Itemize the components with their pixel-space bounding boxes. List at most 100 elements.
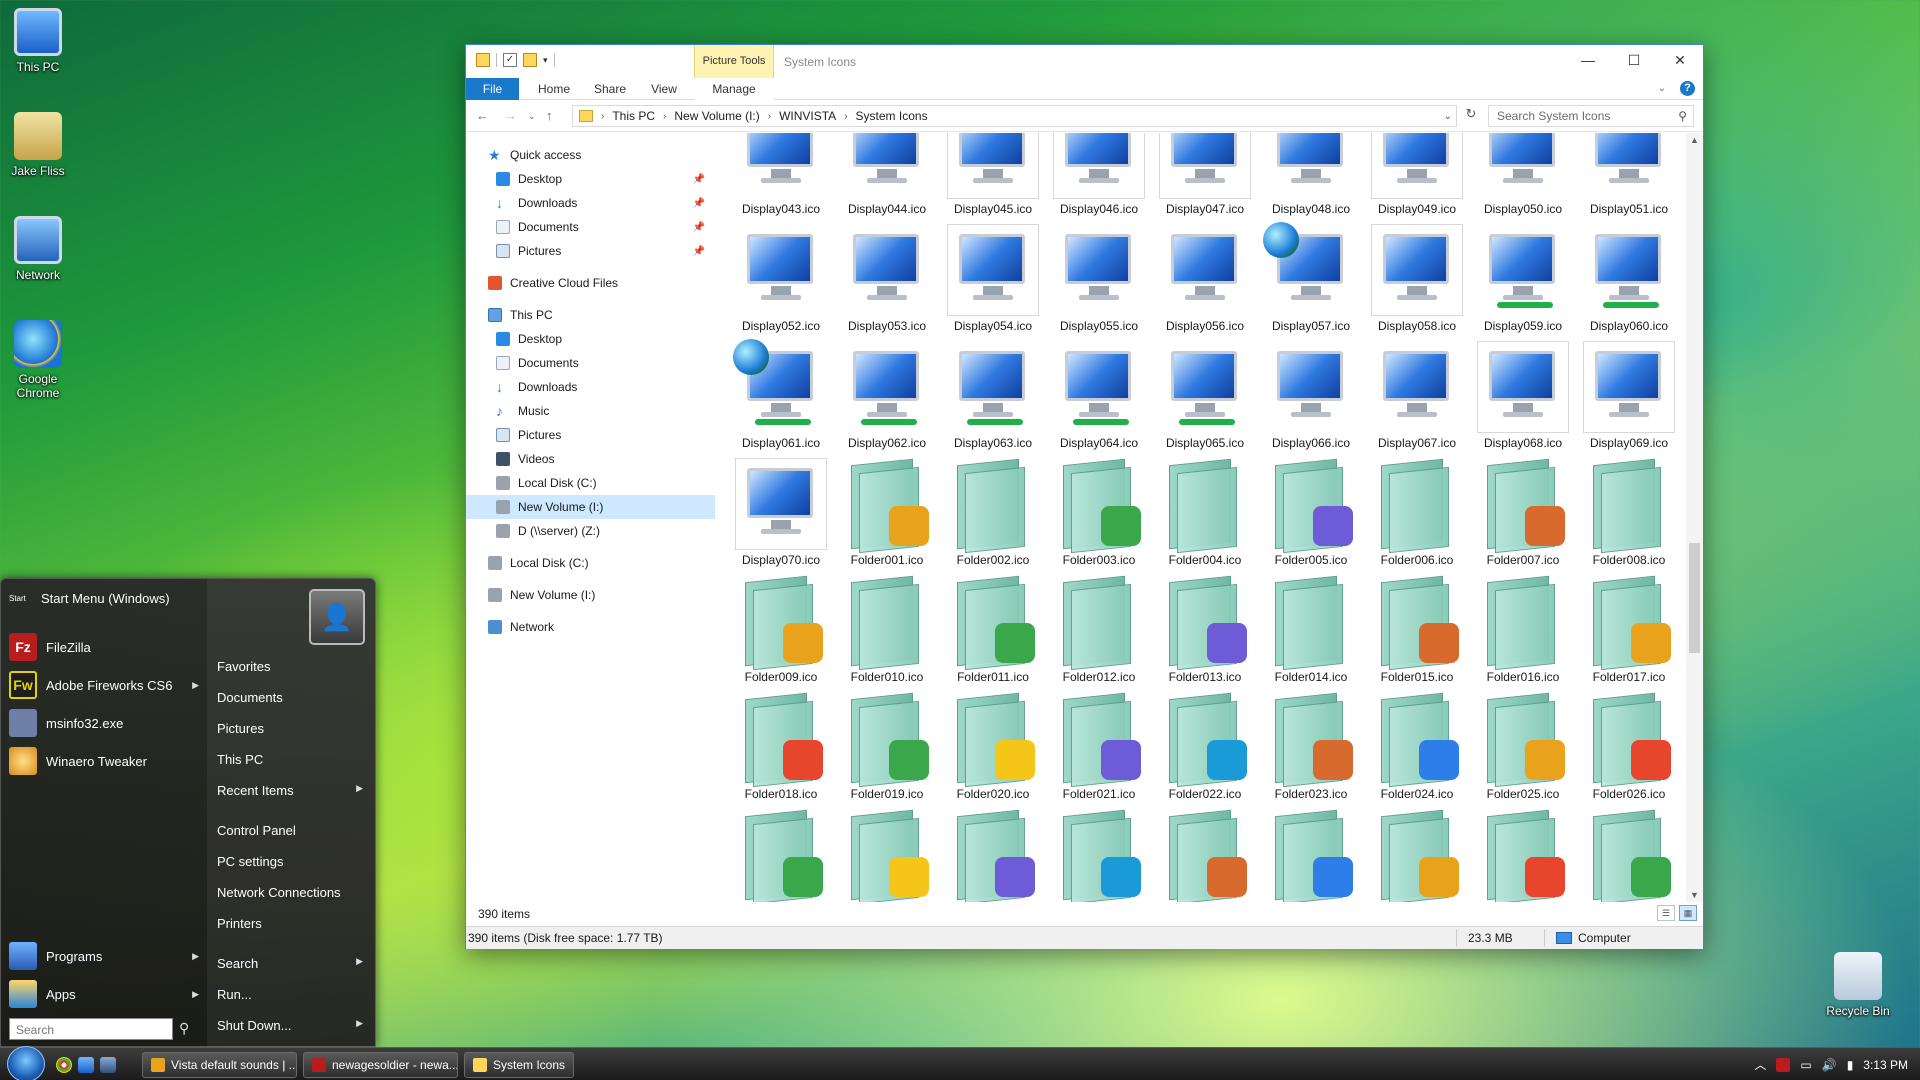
file-item[interactable]: Display044.ico	[834, 133, 940, 220]
clock[interactable]: 3:13 PM	[1863, 1058, 1908, 1072]
nav-network[interactable]: Network	[466, 615, 715, 639]
file-item[interactable]: Folder033.ico	[1364, 805, 1470, 902]
start-right-item[interactable]: Recent Items ▶	[217, 783, 367, 798]
minimize-button[interactable]: —	[1565, 45, 1611, 75]
breadcrumb-this-pc[interactable]: This PC	[612, 109, 655, 123]
file-item[interactable]: Folder012.ico	[1046, 571, 1152, 688]
file-item[interactable]: Folder003.ico	[1046, 454, 1152, 571]
show-desktop-icon[interactable]	[78, 1057, 94, 1073]
file-item[interactable]: Display068.ico	[1470, 337, 1576, 454]
file-item[interactable]: Folder032.ico	[1258, 805, 1364, 902]
start-right-item[interactable]: Shut Down... ▶	[217, 1018, 367, 1033]
file-item[interactable]: Folder019.ico	[834, 688, 940, 805]
file-item[interactable]: Folder017.ico	[1576, 571, 1682, 688]
start-right-item[interactable]: Search ▶	[217, 956, 367, 971]
address-dropdown-icon[interactable]: ⌄	[1444, 111, 1452, 122]
nav-quick-item[interactable]: Desktop 📌	[466, 167, 715, 191]
volume-icon[interactable]: 🔊	[1822, 1058, 1837, 1072]
desktop-icon-jake-fliss[interactable]: Jake Fliss	[0, 112, 76, 178]
file-item[interactable]: Display049.ico	[1364, 133, 1470, 220]
properties-icon[interactable]: ✓	[503, 53, 517, 67]
battery-icon[interactable]: ▮	[1847, 1058, 1854, 1072]
close-button[interactable]: ✕	[1657, 45, 1703, 75]
file-item[interactable]: Folder005.ico	[1258, 454, 1364, 571]
file-item[interactable]: Display064.ico	[1046, 337, 1152, 454]
file-item[interactable]: Folder011.ico	[940, 571, 1046, 688]
start-right-item[interactable]: Network Connections	[217, 885, 367, 900]
start-right-item[interactable]: Printers	[217, 916, 367, 931]
up-arrow-icon[interactable]: ↑	[546, 108, 553, 123]
file-item[interactable]: Display065.ico	[1152, 337, 1258, 454]
file-item[interactable]: Folder027.ico	[728, 805, 834, 902]
start-right-item[interactable]: Documents	[217, 690, 367, 705]
file-item[interactable]: Folder013.ico	[1152, 571, 1258, 688]
file-item[interactable]: Display043.ico	[728, 133, 834, 220]
start-pinned-item[interactable]: Winaero Tweaker	[9, 747, 199, 775]
file-item[interactable]: Folder004.ico	[1152, 454, 1258, 571]
breadcrumb-system-icons[interactable]: System Icons	[856, 109, 928, 123]
file-item[interactable]: Folder014.ico	[1258, 571, 1364, 688]
file-item[interactable]: Folder022.ico	[1152, 688, 1258, 805]
search-icon[interactable]: ⚲	[179, 1020, 189, 1037]
refresh-icon[interactable]: ↻	[1461, 106, 1481, 126]
file-item[interactable]: Display047.ico	[1152, 133, 1258, 220]
start-right-item[interactable]: This PC	[217, 752, 367, 767]
start-right-item[interactable]: Control Panel	[217, 823, 367, 838]
nav-pc-item[interactable]: ↓ Downloads	[466, 375, 715, 399]
scroll-up-icon[interactable]: ▲	[1690, 135, 1699, 145]
taskbar-button[interactable]: newagesoldier - newa...	[303, 1052, 458, 1078]
start-right-item[interactable]: Favorites	[217, 659, 367, 674]
start-right-item[interactable]: Run...	[217, 987, 367, 1002]
file-item[interactable]: Folder018.ico	[728, 688, 834, 805]
scroll-down-icon[interactable]: ▼	[1690, 890, 1699, 900]
customize-dropdown-icon[interactable]: ▾	[543, 55, 548, 66]
start-pinned-item[interactable]: Fz FileZilla	[9, 633, 199, 661]
file-item[interactable]: Display055.ico	[1046, 220, 1152, 337]
address-bar[interactable]: › This PC › New Volume (I:) › WINVISTA ›…	[572, 105, 1457, 127]
start-pinned-item[interactable]: Fw Adobe Fireworks CS6 ▶	[9, 671, 199, 699]
file-item[interactable]: Display067.ico	[1364, 337, 1470, 454]
nav-creative-cloud[interactable]: Creative Cloud Files	[466, 271, 715, 295]
vertical-scrollbar[interactable]: ▲ ▼	[1686, 133, 1703, 902]
nav-quick-item[interactable]: Documents 📌	[466, 215, 715, 239]
file-item[interactable]: Display061.ico	[728, 337, 834, 454]
nav-pc-item[interactable]: Local Disk (C:)	[466, 471, 715, 495]
search-input[interactable]: Search System Icons ⚲	[1488, 105, 1694, 127]
nav-quick-access[interactable]: ★ Quick access	[466, 143, 715, 167]
back-arrow-icon[interactable]: ←	[476, 108, 489, 123]
tab-view[interactable]: View	[640, 78, 688, 100]
file-item[interactable]: Folder008.ico	[1576, 454, 1682, 571]
file-item[interactable]: Display057.ico	[1258, 220, 1364, 337]
file-item[interactable]: Display045.ico	[940, 133, 1046, 220]
file-item[interactable]: Display059.ico	[1470, 220, 1576, 337]
forward-arrow-icon[interactable]: →	[504, 108, 517, 123]
file-item[interactable]: Folder023.ico	[1258, 688, 1364, 805]
file-item[interactable]: Folder010.ico	[834, 571, 940, 688]
start-right-item[interactable]: Pictures	[217, 721, 367, 736]
nav-pc-item[interactable]: Desktop	[466, 327, 715, 351]
file-item[interactable]: Folder025.ico	[1470, 688, 1576, 805]
switch-windows-icon[interactable]	[100, 1057, 116, 1073]
maximize-button[interactable]: ☐	[1611, 45, 1657, 75]
file-item[interactable]: Folder029.ico	[940, 805, 1046, 902]
file-item[interactable]: Folder026.ico	[1576, 688, 1682, 805]
nav-local-disk[interactable]: Local Disk (C:)	[466, 551, 715, 575]
apps-item[interactable]: Apps ▶	[9, 980, 199, 1008]
large-icons-view-icon[interactable]: ▦	[1679, 905, 1697, 921]
desktop-icon-google-chrome[interactable]: Google Chrome	[0, 320, 76, 400]
details-view-icon[interactable]: ☰	[1657, 905, 1675, 921]
file-item[interactable]: Display046.ico	[1046, 133, 1152, 220]
file-item[interactable]: Display051.ico	[1576, 133, 1682, 220]
file-item[interactable]: Folder024.ico	[1364, 688, 1470, 805]
file-item[interactable]: Folder016.ico	[1470, 571, 1576, 688]
nav-new-volume[interactable]: New Volume (I:)	[466, 583, 715, 607]
taskbar-button[interactable]: System Icons	[464, 1052, 574, 1078]
file-item[interactable]: Display056.ico	[1152, 220, 1258, 337]
folder-icon[interactable]	[476, 53, 490, 67]
nav-pc-item[interactable]: D (\\server) (Z:)	[466, 519, 715, 543]
filezilla-tray-icon[interactable]	[1776, 1057, 1791, 1072]
new-folder-icon[interactable]	[523, 53, 537, 67]
file-item[interactable]: Folder009.ico	[728, 571, 834, 688]
network-tray-icon[interactable]: ▭	[1800, 1058, 1811, 1072]
file-item[interactable]: Folder006.ico	[1364, 454, 1470, 571]
